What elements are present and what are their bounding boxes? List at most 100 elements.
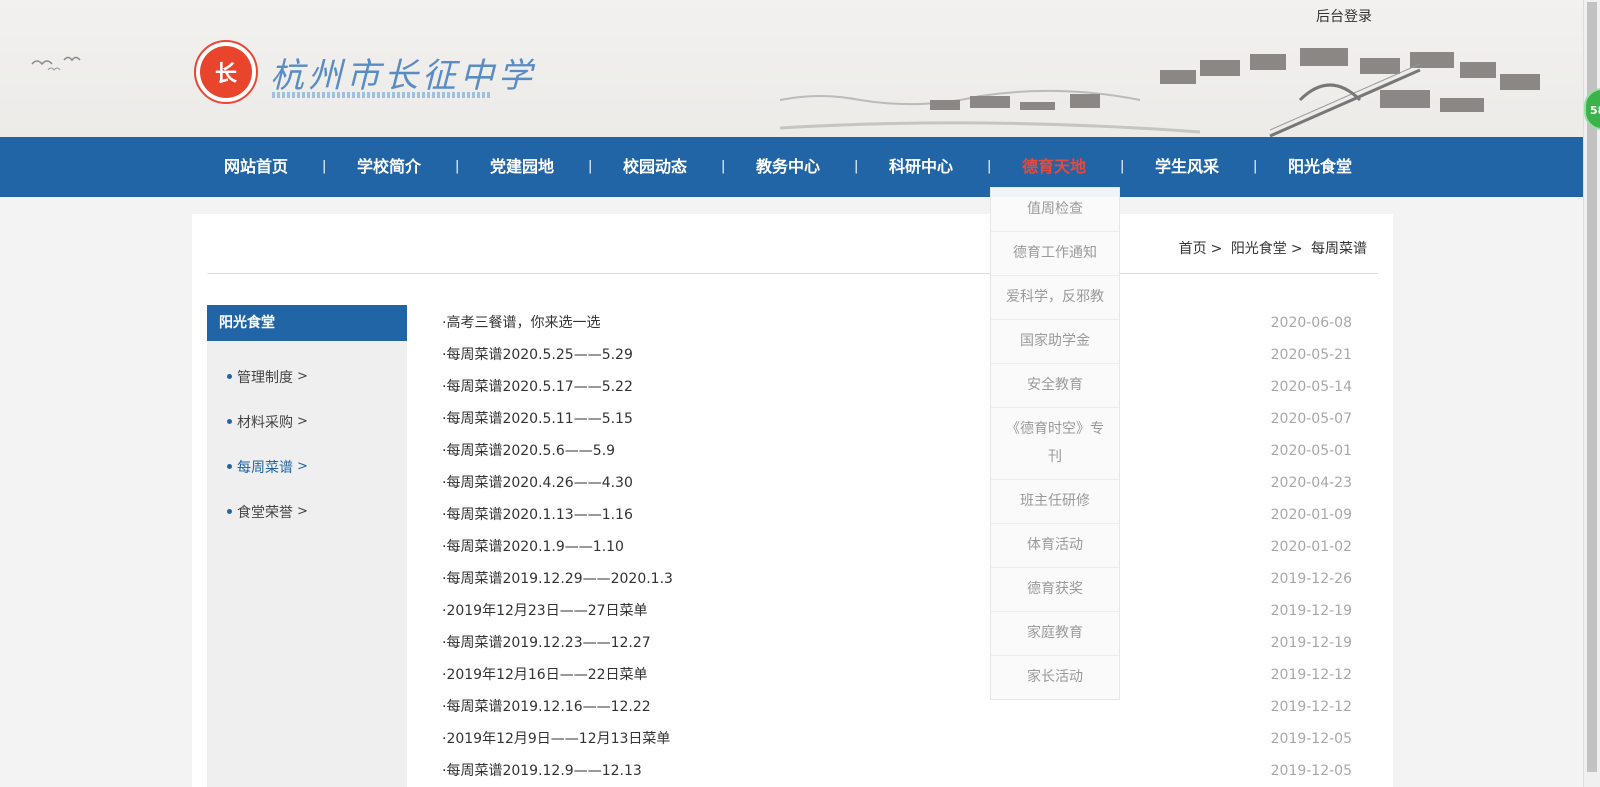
breadcrumb: 首页 > 阳光食堂 > 每周菜谱 [1179, 238, 1367, 258]
sidebar-item-procurement[interactable]: 材料采购 > [207, 399, 407, 444]
sidebar-item-label: 材料采购 [237, 414, 293, 431]
school-english-name-decoration [272, 92, 492, 98]
list-item[interactable]: ·每周菜谱2020.1.9——1.10 2020-01-02 [442, 529, 1352, 561]
article-title-link[interactable]: ·每周菜谱2019.12.23——12.27 [442, 625, 651, 657]
article-title-link[interactable]: ·每周菜谱2020.1.13——1.16 [442, 497, 633, 529]
article-title-link[interactable]: ·每周菜谱2020.5.25——5.29 [442, 337, 633, 369]
article-date: 2019-12-19 [1270, 603, 1352, 619]
ink-village-scenery [780, 48, 1540, 137]
site-header: 后台登录 长 杭州市长征中学 [0, 0, 1583, 137]
nav-separator: | [1120, 159, 1125, 174]
nav-separator: | [455, 159, 460, 174]
main-nav: 网站首页 | 学校简介 | 党建园地 | 校园动态 | 教务中心 | 科研中心 … [0, 137, 1583, 197]
breadcrumb-canteen[interactable]: 阳光食堂 [1231, 241, 1287, 257]
article-title-link[interactable]: ·高考三餐谱，你来选一选 [442, 305, 600, 337]
article-list: ·高考三餐谱，你来选一选 2020-06-08 ·每周菜谱2020.5.25——5.… [442, 305, 1352, 785]
sidebar-title: 阳光食堂 [207, 305, 407, 341]
list-item[interactable]: ·每周菜谱2019.12.9——12.13 2019-12-05 [442, 753, 1352, 785]
nav-item-canteen[interactable]: 阳光食堂 [1270, 137, 1370, 197]
dropdown-item[interactable]: 《德育时空》专刊 [991, 408, 1119, 480]
list-item[interactable]: ·高考三餐谱，你来选一选 2020-06-08 [442, 305, 1352, 337]
article-title-link[interactable]: ·每周菜谱2020.5.6——5.9 [442, 433, 615, 465]
nav-separator: | [721, 159, 726, 174]
nav-separator: | [854, 159, 859, 174]
nav-item-campus-news[interactable]: 校园动态 [605, 137, 705, 197]
article-date: 2019-12-12 [1270, 667, 1352, 683]
bullet-icon [227, 374, 232, 379]
school-logo[interactable]: 长 [194, 40, 258, 104]
nav-separator: | [987, 159, 992, 174]
logo-mark: 长 [200, 46, 252, 98]
dropdown-item[interactable]: 德育获奖 [991, 568, 1119, 612]
bullet-icon [227, 464, 232, 469]
article-title-link[interactable]: ·每周菜谱2020.5.11——5.15 [442, 401, 633, 433]
article-date: 2020-05-14 [1270, 379, 1352, 395]
article-date: 2020-06-08 [1270, 315, 1352, 331]
dropdown-item[interactable]: 家庭教育 [991, 612, 1119, 656]
article-title-link[interactable]: ·每周菜谱2019.12.9——12.13 [442, 753, 642, 785]
school-name: 杭州市长征中学 [270, 56, 536, 96]
list-item[interactable]: ·每周菜谱2020.1.13——1.16 2020-01-09 [442, 497, 1352, 529]
dropdown-item[interactable]: 国家助学金 [991, 320, 1119, 364]
divider [207, 273, 1378, 274]
nav-item-party[interactable]: 党建园地 [472, 137, 572, 197]
list-item[interactable]: ·2019年12月16日——22日菜单 2019-12-12 [442, 657, 1352, 689]
chevron-right-icon: > [297, 504, 308, 519]
moral-education-dropdown: 值周检查 德育工作通知 爱科学，反邪教 国家助学金 安全教育 《德育时空》专刊 … [990, 187, 1120, 700]
list-item[interactable]: ·每周菜谱2019.12.23——12.27 2019-12-19 [442, 625, 1352, 657]
breadcrumb-current[interactable]: 每周菜谱 [1311, 241, 1367, 257]
sidebar-item-label: 管理制度 [237, 369, 293, 386]
list-item[interactable]: ·每周菜谱2020.5.25——5.29 2020-05-21 [442, 337, 1352, 369]
breadcrumb-home[interactable]: 首页 [1179, 241, 1207, 257]
admin-login-link[interactable]: 后台登录 [1316, 6, 1372, 26]
article-date: 2020-01-09 [1270, 507, 1352, 523]
list-item[interactable]: ·2019年12月9日——12月13日菜单 2019-12-05 [442, 721, 1352, 753]
nav-item-academic[interactable]: 教务中心 [738, 137, 838, 197]
list-item[interactable]: ·每周菜谱2019.12.29——2020.1.3 2019-12-26 [442, 561, 1352, 593]
dropdown-item[interactable]: 德育工作通知 [991, 232, 1119, 276]
sidebar-item-weekly-menu[interactable]: 每周菜谱 > [207, 444, 407, 489]
nav-item-about[interactable]: 学校简介 [339, 137, 439, 197]
article-date: 2020-01-02 [1270, 539, 1352, 555]
article-date: 2019-12-19 [1270, 635, 1352, 651]
dropdown-item[interactable]: 爱科学，反邪教 [991, 276, 1119, 320]
article-title-link[interactable]: ·每周菜谱2020.5.17——5.22 [442, 369, 633, 401]
birds-decoration [31, 56, 81, 71]
list-item[interactable]: ·每周菜谱2020.5.17——5.22 2020-05-14 [442, 369, 1352, 401]
article-date: 2019-12-05 [1270, 731, 1352, 747]
article-title-link[interactable]: ·每周菜谱2020.1.9——1.10 [442, 529, 624, 561]
content-card: 首页 > 阳光食堂 > 每周菜谱 阳光食堂 管理制度 > 材料采购 > 每周菜谱 > [192, 214, 1393, 787]
dropdown-item[interactable]: 家长活动 [991, 656, 1119, 699]
chevron-right-icon: > [297, 369, 308, 384]
article-title-link[interactable]: ·2019年12月23日——27日菜单 [442, 593, 648, 625]
article-title-link[interactable]: ·每周菜谱2019.12.29——2020.1.3 [442, 561, 673, 593]
article-title-link[interactable]: ·每周菜谱2019.12.16——12.22 [442, 689, 651, 721]
dropdown-item[interactable]: 安全教育 [991, 364, 1119, 408]
sidebar-item-honors[interactable]: 食堂荣誉 > [207, 489, 407, 534]
article-title-link[interactable]: ·2019年12月9日——12月13日菜单 [442, 721, 670, 753]
bullet-icon [227, 419, 232, 424]
article-title-link[interactable]: ·2019年12月16日——22日菜单 [442, 657, 648, 689]
nav-item-research[interactable]: 科研中心 [871, 137, 971, 197]
article-date: 2019-12-26 [1270, 571, 1352, 587]
dropdown-item[interactable]: 班主任研修 [991, 480, 1119, 524]
article-title-link[interactable]: ·每周菜谱2020.4.26——4.30 [442, 465, 633, 497]
list-item[interactable]: ·每周菜谱2019.12.16——12.22 2019-12-12 [442, 689, 1352, 721]
bullet-icon [227, 509, 232, 514]
nav-separator: | [1253, 159, 1258, 174]
dropdown-item[interactable]: 值周检查 [991, 188, 1119, 232]
article-date: 2020-05-07 [1270, 411, 1352, 427]
sidebar-item-label: 食堂荣誉 [237, 504, 293, 521]
list-item[interactable]: ·每周菜谱2020.5.6——5.9 2020-05-01 [442, 433, 1352, 465]
nav-item-student-style[interactable]: 学生风采 [1137, 137, 1237, 197]
list-item[interactable]: ·每周菜谱2020.5.11——5.15 2020-05-07 [442, 401, 1352, 433]
dropdown-item[interactable]: 体育活动 [991, 524, 1119, 568]
list-item[interactable]: ·每周菜谱2020.4.26——4.30 2020-04-23 [442, 465, 1352, 497]
list-item[interactable]: ·2019年12月23日——27日菜单 2019-12-19 [442, 593, 1352, 625]
breadcrumb-separator: > [1210, 241, 1223, 257]
sidebar-item-management[interactable]: 管理制度 > [207, 354, 407, 399]
article-date: 2020-04-23 [1270, 475, 1352, 491]
article-date: 2020-05-01 [1270, 443, 1352, 459]
article-date: 2019-12-05 [1270, 763, 1352, 779]
nav-item-home[interactable]: 网站首页 [206, 137, 306, 197]
